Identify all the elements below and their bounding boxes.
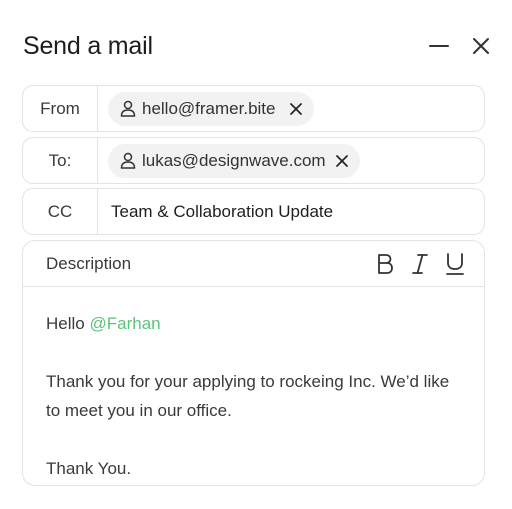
to-chip-label: lukas@designwave.com (142, 150, 326, 170)
send-mail-dialog: Send a mail From hello@framer.bite To: l… (0, 0, 512, 509)
description-label: Description (46, 253, 132, 273)
dialog-header: Send a mail (23, 28, 492, 64)
cc-value: Team & Collaboration Update (111, 201, 334, 221)
from-label: From (23, 86, 98, 131)
from-content[interactable]: hello@framer.bite (98, 86, 484, 131)
to-content[interactable]: lukas@designwave.com (98, 138, 484, 183)
to-label: To: (23, 138, 98, 183)
from-field: From hello@framer.bite (22, 85, 485, 132)
minimize-icon[interactable] (428, 35, 450, 57)
bold-icon[interactable] (374, 252, 396, 276)
cc-input[interactable]: Team & Collaboration Update (98, 189, 484, 234)
body-paragraph: Thank you for your applying to rockeing … (46, 372, 450, 420)
close-icon[interactable] (470, 35, 492, 57)
description-body[interactable]: Hello @Farhan Thank you for your applyin… (23, 287, 484, 483)
greeting-line: Hello @Farhan (46, 309, 466, 338)
cc-label: CC (23, 189, 98, 234)
description-header: Description (23, 241, 484, 287)
remove-from-chip-icon[interactable] (289, 102, 302, 115)
from-chip: hello@framer.bite (108, 91, 314, 126)
person-icon (120, 152, 136, 169)
person-icon (120, 100, 136, 117)
to-field: To: lukas@designwave.com (22, 137, 485, 184)
greeting-text: Hello (46, 314, 85, 333)
dialog-title: Send a mail (23, 31, 153, 60)
header-actions (428, 35, 492, 57)
remove-to-chip-icon[interactable] (335, 154, 348, 167)
italic-icon[interactable] (409, 252, 431, 276)
cc-field: CC Team & Collaboration Update (22, 188, 485, 235)
format-toolbar (374, 252, 466, 276)
from-chip-label: hello@framer.bite (142, 98, 276, 118)
underline-icon[interactable] (444, 252, 466, 276)
to-chip: lukas@designwave.com (108, 143, 360, 178)
mention-tag[interactable]: @Farhan (89, 314, 160, 333)
description-editor: Description Hello @Farhan Thank you for … (22, 240, 485, 486)
closing-line: Thank You. (46, 459, 132, 478)
